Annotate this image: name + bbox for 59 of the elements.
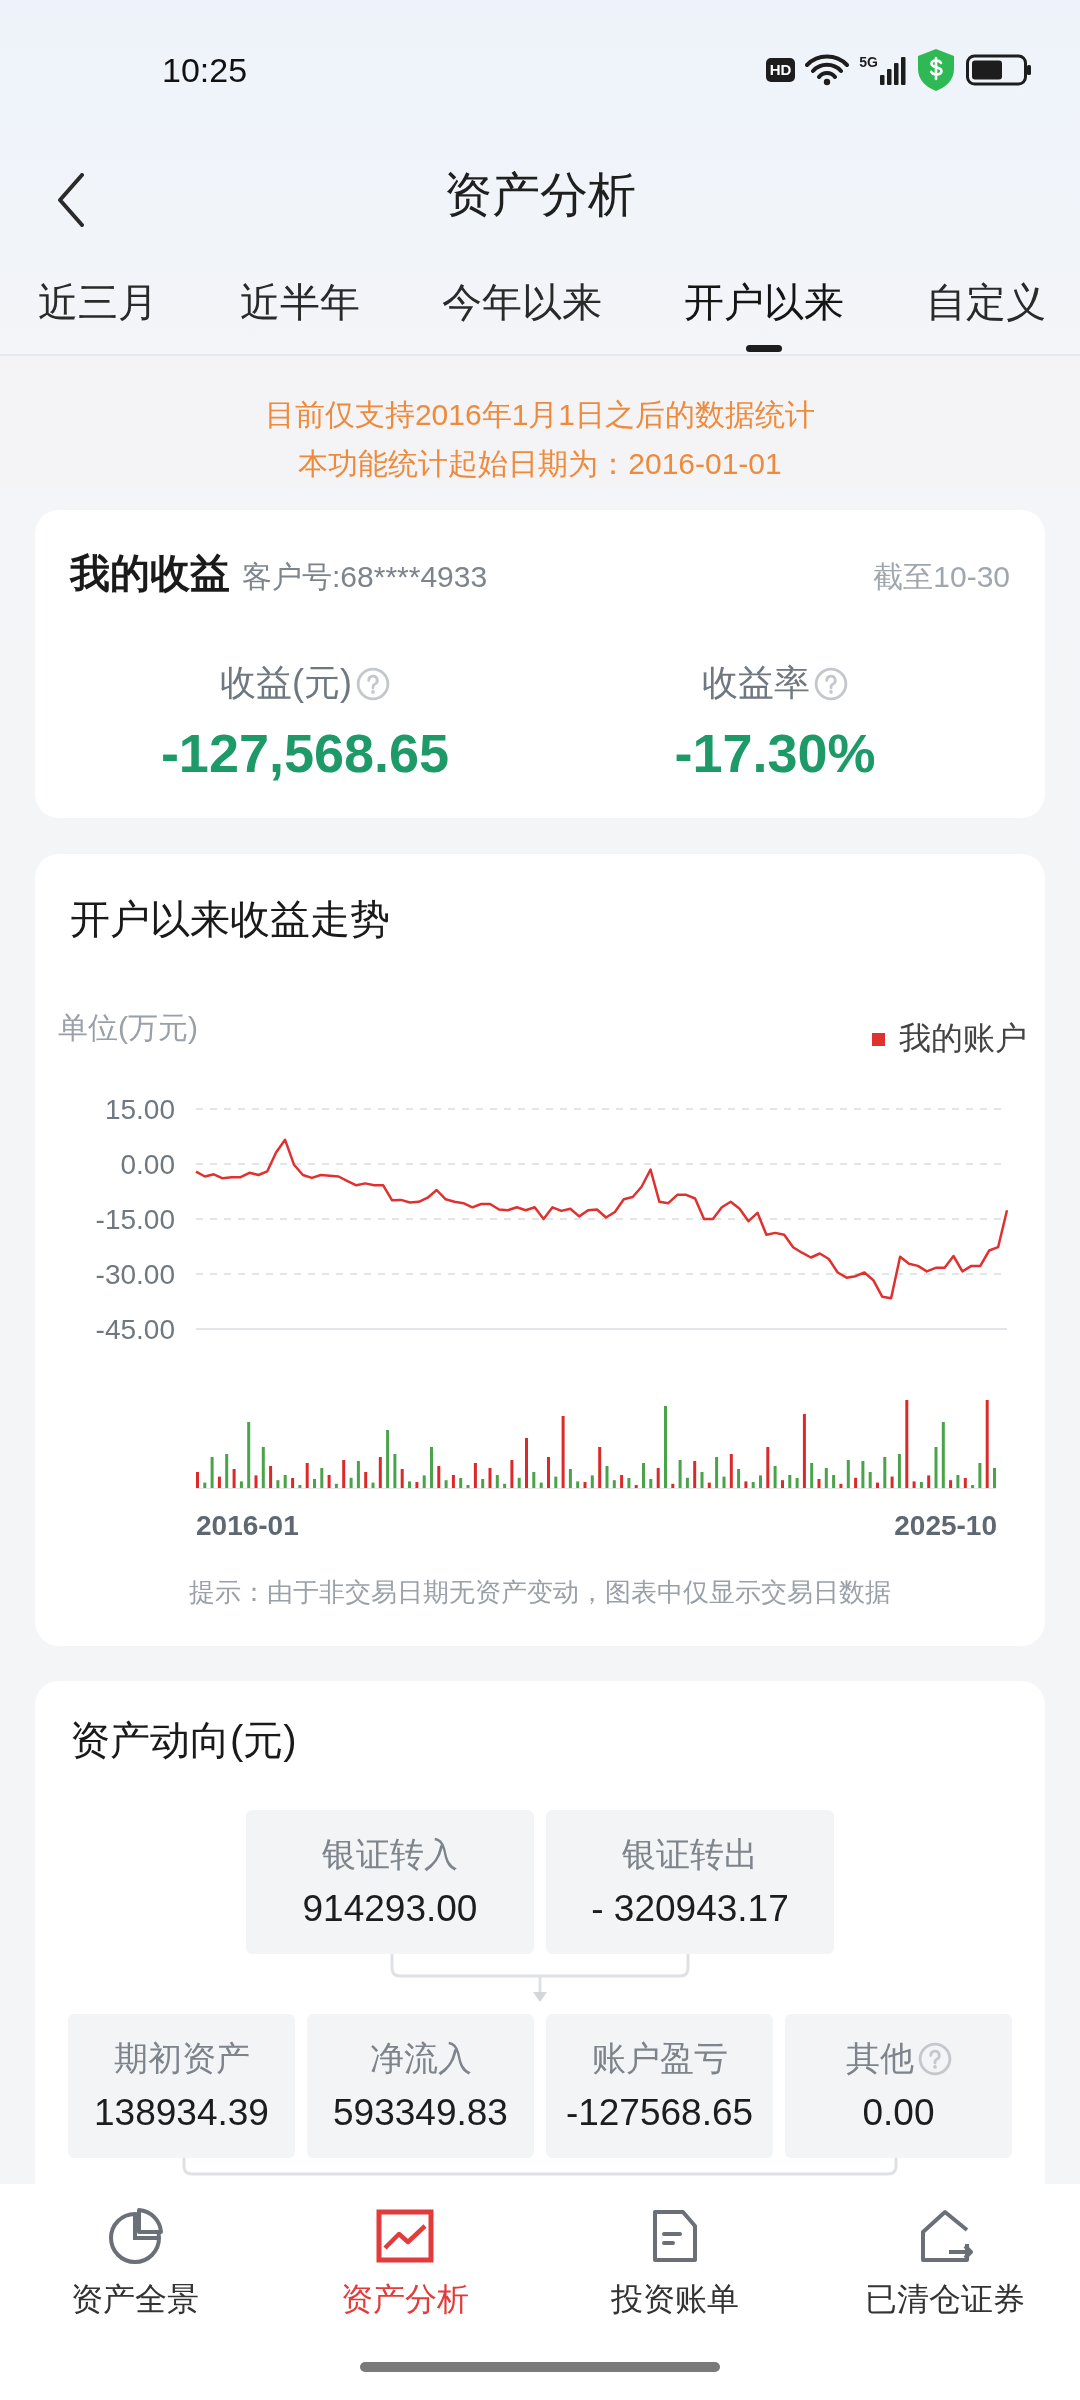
notice-text: 本功能统计起始日期为：2016-01-01 — [298, 446, 782, 482]
metric-label: 收益率 — [702, 661, 810, 705]
as-of-date: 截至10-30 — [873, 559, 1010, 595]
home-indicator[interactable] — [360, 2362, 720, 2372]
hint-text: 提示：由于非交易日期无资产变动，图表中仅显示交易日数据 — [188, 1576, 892, 1609]
nav-label: 资产分析 — [341, 2280, 469, 2319]
nav-tab[interactable]: 资产分析 — [270, 2206, 540, 2322]
nav-label: 已清仓证券 — [865, 2280, 1025, 2319]
card-title: 开户以来收益走势 — [70, 896, 391, 943]
shield-icon — [916, 48, 956, 92]
tile-value: 0.00 — [862, 2092, 935, 2134]
card-title: 我的收益 — [70, 550, 230, 597]
metric-value: -127,568.65 — [160, 722, 450, 784]
period-tab[interactable]: 近三月 — [38, 250, 158, 354]
date-label: 2016-01 — [196, 1510, 299, 1541]
notice-text: 目前仅支持2016年1月1日之后的数据统计 — [264, 397, 816, 433]
back-icon[interactable] — [56, 173, 86, 227]
wifi-icon — [805, 54, 850, 86]
metric-label: 收益(元) — [220, 661, 352, 705]
tile-value: 138934.39 — [94, 2092, 269, 2134]
help-icon[interactable] — [356, 666, 390, 701]
network-label: 5G — [859, 55, 878, 69]
tick-label: -45.00 — [95, 1314, 175, 1345]
nav-tab[interactable]: 资产全景 — [0, 2206, 270, 2322]
period-tab[interactable]: 开户以来 — [684, 250, 844, 354]
nav-tab[interactable]: 已清仓证券 — [810, 2206, 1080, 2322]
tile-label: 银证转入 — [322, 1834, 458, 1875]
tick-label: 15.00 — [104, 1094, 175, 1125]
period-tab[interactable]: 自定义 — [926, 250, 1046, 354]
metric-value: -17.30% — [674, 722, 876, 784]
tile-label: 账户盈亏 — [591, 2038, 728, 2079]
date-label: 2025-10 — [894, 1510, 997, 1541]
help-icon[interactable] — [917, 2042, 952, 2076]
tile-value: -127568.65 — [565, 2092, 754, 2134]
nav-label: 投资账单 — [611, 2280, 739, 2319]
customer-number: 客户号:68****4933 — [242, 559, 489, 595]
hd-badge: HD — [765, 58, 796, 82]
nav-label: 资产全景 — [71, 2280, 199, 2319]
battery-icon — [966, 54, 1032, 86]
help-icon[interactable] — [814, 666, 848, 701]
page-title: 资产分析 — [444, 167, 636, 223]
tile-value: 914293.00 — [302, 1888, 478, 1930]
card-title: 资产动向(元) — [70, 1717, 298, 1764]
signal-icon — [880, 55, 906, 85]
tile-label: 其他 — [845, 2038, 914, 2079]
tile-label: 银证转出 — [622, 1834, 758, 1875]
tick-label: -15.00 — [95, 1204, 175, 1235]
tile-value: 593349.83 — [333, 2092, 508, 2134]
nav-tab[interactable]: 投资账单 — [540, 2206, 810, 2322]
tile-label: 净流入 — [369, 2038, 472, 2079]
tick-label: -30.00 — [95, 1259, 175, 1290]
tile-label: 期初资产 — [113, 2038, 250, 2079]
unit-label: 单位(万元) — [58, 1009, 198, 1046]
period-tab[interactable]: 近半年 — [240, 250, 360, 354]
period-tab[interactable]: 今年以来 — [442, 250, 602, 354]
clock-time: 10:25 — [162, 50, 249, 90]
legend-label: 我的账户 — [899, 1019, 1027, 1058]
tick-label: 0.00 — [120, 1149, 175, 1180]
tile-value: - 320943.17 — [591, 1888, 789, 1930]
